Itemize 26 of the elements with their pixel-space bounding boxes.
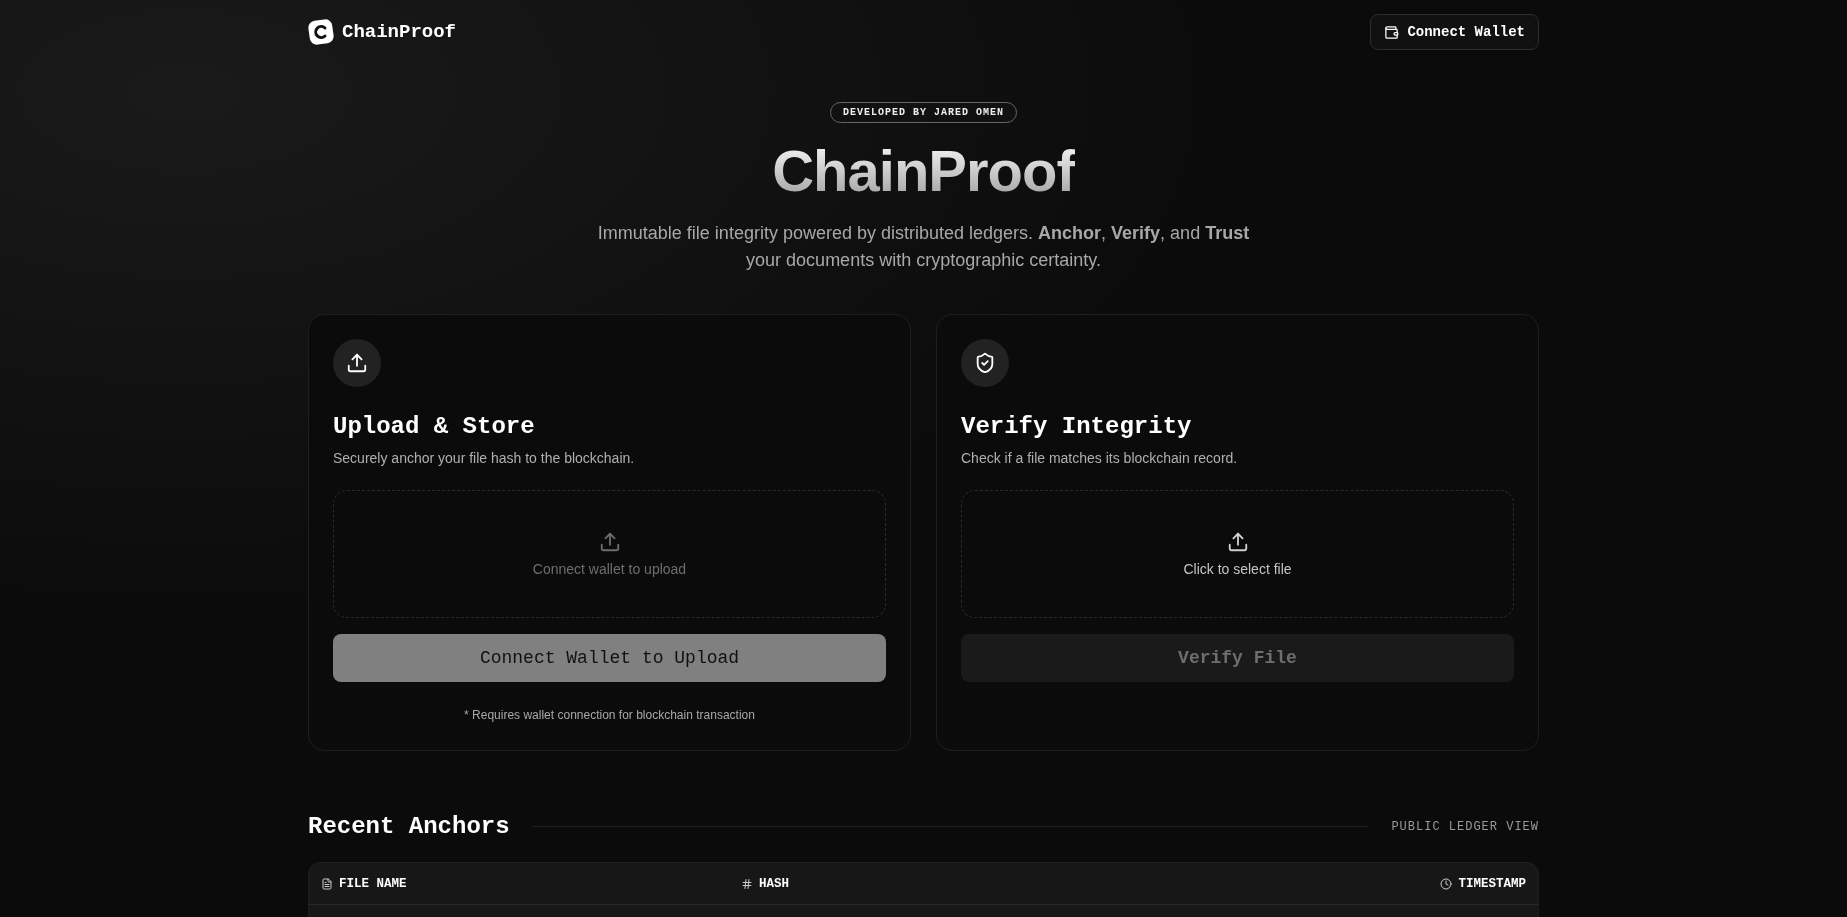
connect-wallet-button[interactable]: Connect Wallet <box>1370 14 1539 50</box>
column-label: FILE NAME <box>339 876 407 891</box>
upload-icon <box>1226 531 1249 553</box>
wallet-icon <box>1384 24 1400 40</box>
hero-subtitle: Immutable file integrity powered by distributed ledgers. Anchor, Verify, and Trust your documents with cryptographic certainty. <box>596 222 1251 272</box>
clock-icon <box>1440 877 1453 890</box>
file-drop-zone[interactable]: Click to select file <box>961 490 1514 618</box>
card-title: Verify Integrity <box>961 413 1193 440</box>
card-description: Securely anchor your file hash to the blockchain. <box>333 450 636 466</box>
developer-badge: DEVELOPED BY JARED OMEN <box>830 102 1017 123</box>
drop-zone-label: Click to select file <box>1183 561 1292 577</box>
shield-check-icon <box>974 352 996 374</box>
upload-icon <box>346 352 368 374</box>
upload-icon <box>598 531 621 553</box>
section-title: Recent Anchors <box>308 813 510 840</box>
file-icon <box>321 877 333 890</box>
drop-zone-label: Connect wallet to upload <box>532 561 687 577</box>
card-description: Check if a file matches its blockchain record. <box>961 450 1239 466</box>
column-label: TIMESTAMP <box>1458 876 1526 891</box>
card-title: Upload & Store <box>333 413 536 440</box>
footnote: * Requires wallet connection for blockchain transaction <box>463 708 756 722</box>
column-label: HASH <box>759 876 789 891</box>
logo-icon <box>308 19 334 45</box>
logo-text: ChainProof <box>342 21 457 43</box>
hash-icon <box>741 877 753 890</box>
view-label: PUBLIC LEDGER VIEW <box>1391 819 1539 834</box>
